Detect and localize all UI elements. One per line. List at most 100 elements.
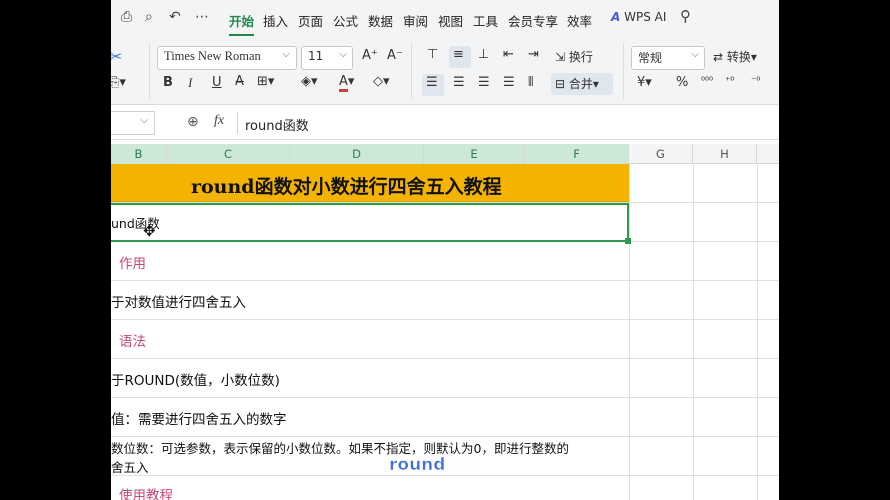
wps-spreadsheet-window: ⎙ ⌕ ↶ ⋯ 开始 插入 页面 公式 数据 审阅 视图 工具 会员专享 效率 … (111, 0, 779, 500)
convert-button[interactable]: ⇄ 转换▾ (713, 48, 757, 65)
font-size-value: 11 (308, 49, 324, 63)
align-top-icon[interactable]: ⊤ (427, 47, 438, 62)
underline-icon[interactable]: U (212, 75, 222, 90)
strikethrough-icon[interactable]: A̶ (235, 74, 244, 89)
video-caption: round函数 (389, 455, 480, 476)
chevron-down-icon: ⌵ (140, 115, 148, 126)
border-icon[interactable]: ⊞▾ (257, 74, 274, 89)
font-size-select[interactable]: 11 ⌵ (301, 46, 353, 70)
italic-icon[interactable]: I (188, 75, 192, 91)
distributed-icon[interactable]: ⫴ (528, 75, 533, 90)
currency-icon: ¥ (637, 75, 646, 90)
print-icon[interactable]: ⎙ (121, 9, 132, 25)
row-line (111, 280, 779, 281)
column-line (757, 164, 758, 500)
tab-insert[interactable]: 插入 (263, 11, 288, 30)
column-header-e[interactable]: E (424, 144, 525, 164)
tab-formula[interactable]: 公式 (333, 11, 358, 30)
column-header-b[interactable]: B (111, 144, 167, 164)
merge-button[interactable]: ⊟ 合并▾ (555, 75, 599, 92)
tab-view[interactable]: 视图 (438, 11, 463, 30)
font-name-value: Times New Roman (164, 49, 261, 63)
column-header-d[interactable]: D (290, 144, 424, 164)
justify-icon[interactable]: ☰ (503, 75, 515, 90)
font-color-icon[interactable]: A▾ (339, 74, 354, 92)
align-middle-icon[interactable]: ≡ (453, 47, 464, 62)
more-icon[interactable]: ⋯ (195, 9, 209, 25)
increase-decimal-icon[interactable]: ⁺⁰ (725, 76, 734, 87)
ribbon-separator (623, 43, 624, 99)
tab-tools[interactable]: 工具 (473, 11, 498, 30)
wps-ai-logo-icon: A (611, 10, 621, 24)
formula-bar: ⌵ ⊕ fx round函数 (111, 106, 779, 140)
sheet-grid[interactable]: round函数对小数进行四舍五入教程 und函数 ✥ 作用 于对数值进行四舍五入… (111, 164, 779, 500)
row-line (111, 358, 779, 359)
number-format-value: 常规 (638, 51, 663, 65)
formula-input[interactable]: round函数 (245, 115, 309, 134)
column-header-h[interactable]: H (693, 144, 757, 164)
column-header-g[interactable]: G (629, 144, 693, 164)
currency-button[interactable]: ¥▾ (637, 75, 652, 90)
font-name-select[interactable]: Times New Roman ⌵ (157, 46, 297, 70)
sheet-row-2: 作用 (119, 256, 146, 272)
wps-ai-button[interactable]: A WPS AI (611, 10, 666, 24)
number-format-select[interactable]: 常规 ⌵ (631, 46, 705, 70)
align-right-icon[interactable]: ☰ (478, 75, 490, 90)
search-icon[interactable]: ⚲ (680, 7, 691, 25)
tab-home[interactable]: 开始 (229, 11, 255, 36)
sheet-row-8: 使用教程 (119, 488, 173, 500)
decrease-indent-icon[interactable]: ⇤ (503, 47, 514, 62)
fill-handle[interactable] (625, 238, 631, 244)
tab-page[interactable]: 页面 (298, 11, 323, 30)
name-box[interactable]: ⌵ (111, 111, 155, 135)
wrap-text-button[interactable]: ⇲ 换行 (555, 48, 593, 65)
column-header-c[interactable]: C (167, 144, 290, 164)
align-bottom-icon[interactable]: ⊥ (478, 47, 489, 62)
menu-bar: ⎙ ⌕ ↶ ⋯ 开始 插入 页面 公式 数据 审阅 视图 工具 会员专享 效率 … (111, 0, 779, 37)
tab-efficiency[interactable]: 效率 (567, 11, 592, 30)
fill-color-icon[interactable]: ◈▾ (301, 74, 318, 89)
format-painter-icon[interactable]: ⎘▾ (111, 75, 126, 90)
column-header-row: B C D E F G H (111, 144, 779, 164)
sheet-row-4: 语法 (119, 334, 146, 350)
tab-data[interactable]: 数据 (368, 11, 393, 30)
decrease-font-icon[interactable]: A⁻ (387, 48, 403, 63)
chevron-down-icon: ⌵ (691, 49, 699, 60)
row-line (111, 397, 779, 398)
increase-indent-icon[interactable]: ⇥ (528, 47, 539, 62)
tab-member[interactable]: 会员专享 (508, 11, 558, 30)
chevron-down-icon: ⌵ (282, 49, 290, 60)
ribbon-separator (411, 43, 412, 99)
column-header-f[interactable]: F (525, 144, 629, 164)
sheet-row-5: 于ROUND(数值，小数位数) (111, 373, 280, 389)
row-line (111, 319, 779, 320)
bold-icon[interactable]: B (163, 75, 173, 90)
zoom-icon[interactable]: ⊕ (187, 114, 199, 130)
decrease-decimal-icon[interactable]: ⁻⁰ (751, 76, 760, 87)
selected-cell[interactable] (111, 203, 629, 242)
undo-icon[interactable]: ↶ (169, 9, 181, 25)
thousands-icon[interactable]: ⁰⁰⁰ (701, 76, 713, 87)
title-cell[interactable]: round函数对小数进行四舍五入教程 (111, 164, 629, 202)
percent-button[interactable]: % (676, 75, 688, 90)
convert-icon: ⇄ (713, 50, 724, 64)
print-preview-icon[interactable]: ⌕ (145, 9, 153, 25)
chevron-down-icon: ⌵ (339, 49, 347, 60)
tab-review[interactable]: 审阅 (403, 11, 428, 30)
merge-label: 合并 (568, 77, 593, 91)
sheet-row-6: 值：需要进行四舍五入的数字 (111, 412, 287, 428)
sheet-row-7a: 数位数：可选参数，表示保留的小数位数。如果不指定，则默认为0，即进行整数的 (111, 441, 569, 456)
fx-icon[interactable]: fx (214, 113, 224, 129)
align-center-icon[interactable]: ☰ (453, 75, 465, 90)
cut-icon[interactable]: ✂ (111, 47, 122, 66)
sheet-row-7b: 舍五入 (111, 460, 149, 475)
page-title: round函数对小数进行四舍五入教程 (191, 176, 502, 198)
wrap-text-icon: ⇲ (555, 50, 566, 64)
clear-format-icon[interactable]: ◇▾ (373, 74, 390, 89)
column-header-i[interactable] (757, 144, 779, 164)
merge-icon: ⊟ (555, 77, 566, 91)
wrap-text-label: 换行 (568, 50, 593, 64)
column-line (693, 164, 694, 500)
align-left-icon[interactable]: ☰ (426, 75, 438, 90)
increase-font-icon[interactable]: A⁺ (362, 48, 378, 63)
